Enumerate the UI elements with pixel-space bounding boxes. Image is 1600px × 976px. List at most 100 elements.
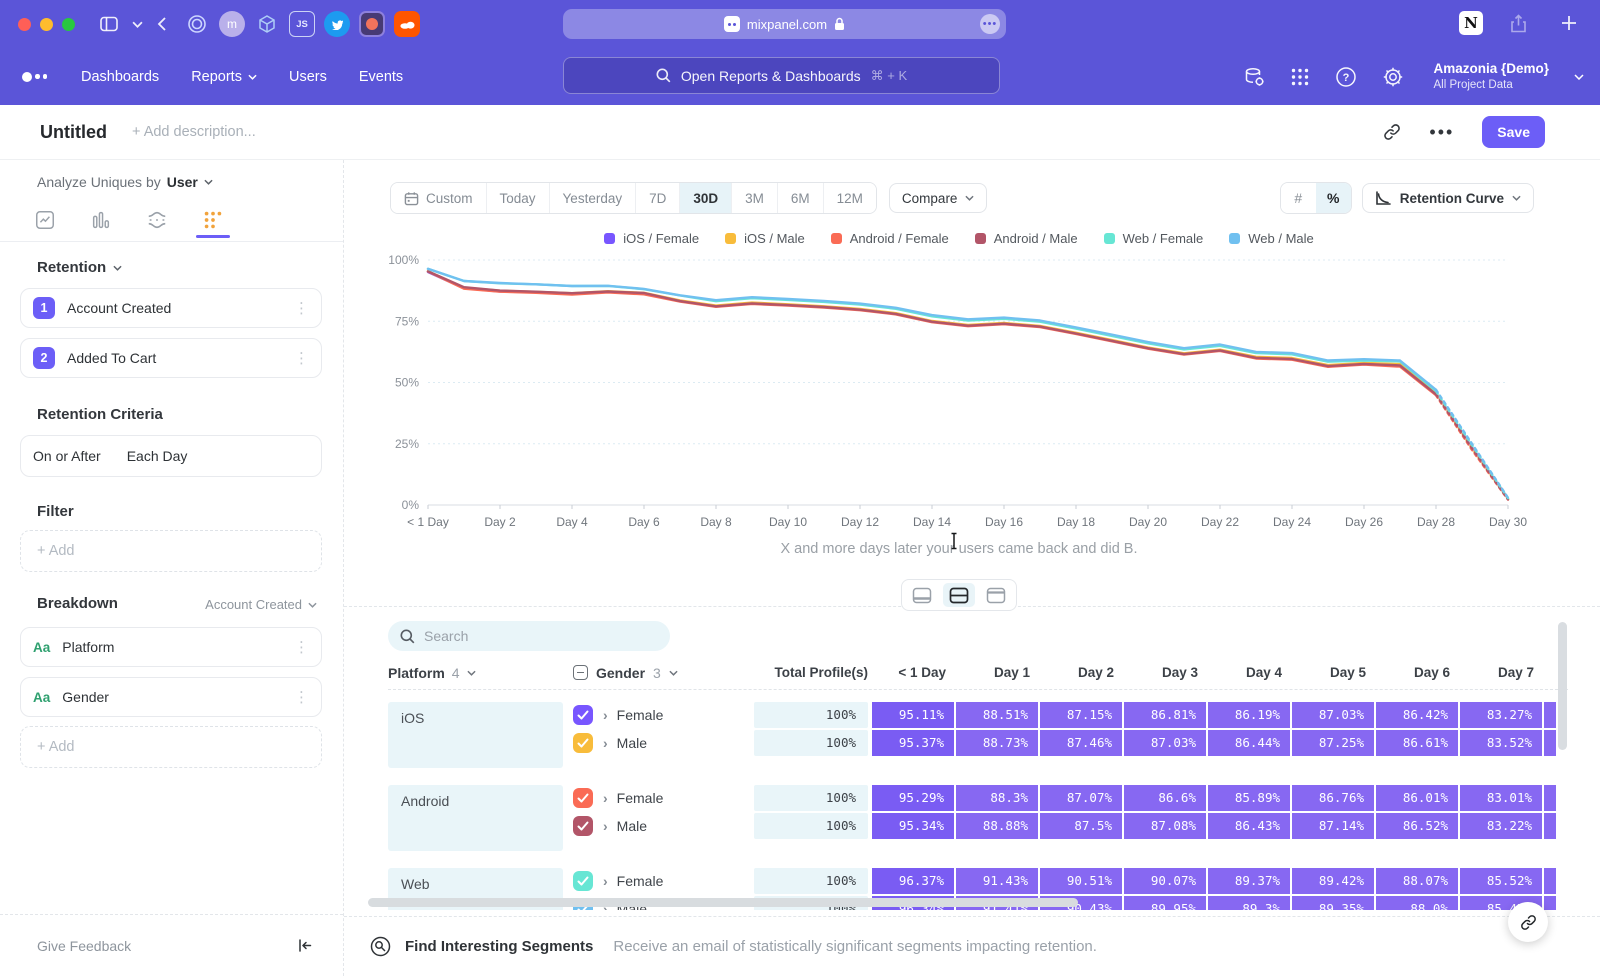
breakdown-event-selector[interactable]: Account Created	[205, 597, 317, 612]
gender-column-header[interactable]: Gender 3	[573, 665, 748, 681]
retention-value-cell[interactable]: 86.44%	[1208, 730, 1290, 756]
retention-value-cell[interactable]: 87.15%	[1040, 702, 1122, 728]
percent-toggle-button[interactable]: %	[1316, 183, 1351, 213]
kebab-menu-icon[interactable]: ⋮	[294, 688, 309, 706]
retention-step-2[interactable]: 2 Added To Cart ⋮	[20, 338, 322, 378]
kebab-menu-icon[interactable]: ⋮	[294, 638, 309, 656]
range-button-today[interactable]: Today	[486, 183, 549, 213]
collapse-all-icon[interactable]	[573, 665, 588, 680]
expand-chevron-icon[interactable]: ›	[603, 707, 608, 723]
range-button-custom[interactable]: Custom	[391, 183, 486, 213]
retention-value-cell[interactable]: 83.52%	[1460, 730, 1542, 756]
range-button-3m[interactable]: 3M	[731, 183, 777, 213]
legend-item[interactable]: Android / Female	[831, 231, 949, 246]
tab-flows[interactable]	[140, 209, 174, 237]
retention-value-cell[interactable]: 83.22%	[1460, 813, 1542, 839]
range-button-7d[interactable]: 7D	[635, 183, 679, 213]
vertical-scrollbar[interactable]	[1558, 622, 1567, 750]
report-title[interactable]: Untitled	[40, 122, 107, 143]
row-checkbox[interactable]	[573, 816, 593, 836]
retention-value-cell[interactable]: 96.37%	[872, 868, 954, 894]
collapse-sidebar-icon[interactable]	[297, 938, 313, 953]
split-view-button[interactable]	[943, 583, 975, 607]
range-button-6m[interactable]: 6M	[777, 183, 823, 213]
retention-value-cell[interactable]: 95.29%	[872, 785, 954, 811]
chart-type-selector[interactable]: Retention Curve	[1362, 183, 1534, 213]
retention-value-cell[interactable]: 83.27%	[1460, 702, 1542, 728]
retention-value-cell[interactable]: 88.07%	[1376, 868, 1458, 894]
range-button-30d[interactable]: 30D	[679, 183, 731, 213]
tab-retention[interactable]	[196, 209, 230, 237]
retention-value-cell[interactable]: 88.51%	[956, 702, 1038, 728]
js-extension-icon[interactable]: JS	[289, 11, 315, 37]
retention-value-cell[interactable]: 86.19%	[1208, 702, 1290, 728]
retention-value-cell[interactable]: 87.07%	[1040, 785, 1122, 811]
retention-value-cell[interactable]: 89.95%	[1124, 896, 1206, 910]
retention-value-cell[interactable]: 87.14%	[1292, 813, 1374, 839]
record-extension-icon[interactable]	[359, 11, 385, 37]
project-switcher[interactable]: Amazonia {Demo} All Project Data	[1433, 61, 1549, 92]
expand-chevron-icon[interactable]: ›	[603, 873, 608, 889]
nav-item-reports[interactable]: Reports	[191, 69, 257, 85]
retention-value-cell[interactable]: 85.52%	[1460, 868, 1542, 894]
retention-line-chart[interactable]: 100%75%50%25%0%< 1 DayDay 2Day 4Day 6Day…	[380, 248, 1536, 548]
row-checkbox[interactable]	[573, 733, 593, 753]
retention-value-cell[interactable]: 85.89%	[1208, 785, 1290, 811]
expand-chevron-icon[interactable]: ›	[603, 818, 608, 834]
legend-item[interactable]: Android / Male	[975, 231, 1078, 246]
retention-value-cell[interactable]: 89.35%	[1292, 896, 1374, 910]
retention-criteria-card[interactable]: On or After Each Day	[20, 435, 322, 477]
retention-value-cell[interactable]: 87.46%	[1040, 730, 1122, 756]
kebab-menu-icon[interactable]: ⋮	[294, 299, 309, 317]
retention-value-cell[interactable]: 87.03%	[1124, 730, 1206, 756]
row-checkbox[interactable]	[573, 871, 593, 891]
chart-only-view-button[interactable]	[906, 583, 938, 607]
address-bar[interactable]: mixpanel.com •••	[563, 9, 1006, 39]
retention-value-cell[interactable]: 87.03%	[1292, 702, 1374, 728]
analyze-entity-selector[interactable]: User	[167, 174, 198, 190]
day-column-header[interactable]: Day 5	[1292, 665, 1374, 680]
legend-item[interactable]: Web / Female	[1104, 231, 1204, 246]
breakdown-gender[interactable]: Aa Gender ⋮	[20, 677, 322, 717]
table-only-view-button[interactable]	[980, 583, 1012, 607]
retention-value-cell[interactable]: 88.88%	[956, 813, 1038, 839]
target-extension-icon[interactable]	[184, 11, 210, 37]
legend-item[interactable]: Web / Male	[1229, 231, 1314, 246]
retention-value-cell[interactable]: 87.5%	[1040, 813, 1122, 839]
retention-value-cell[interactable]: 86.6%	[1124, 785, 1206, 811]
retention-value-cell[interactable]: 88.73%	[956, 730, 1038, 756]
retention-value-cell[interactable]: 90.51%	[1040, 868, 1122, 894]
retention-value-cell[interactable]: 86.76%	[1292, 785, 1374, 811]
find-segments-title[interactable]: Find Interesting Segments	[405, 938, 593, 955]
retention-value-cell[interactable]: 89.42%	[1292, 868, 1374, 894]
retention-value-cell[interactable]: 87.08%	[1124, 813, 1206, 839]
table-search-input[interactable]	[424, 628, 644, 644]
day-column-header[interactable]: < 1 Day	[872, 665, 954, 680]
retention-value-cell[interactable]: 95.11%	[872, 702, 954, 728]
add-breakdown-button[interactable]: + Add	[20, 726, 322, 768]
tab-funnels[interactable]	[84, 209, 118, 237]
platform-column-header[interactable]: Platform 4	[388, 665, 563, 681]
retention-value-cell[interactable]: 90.07%	[1124, 868, 1206, 894]
row-checkbox[interactable]	[573, 705, 593, 725]
kebab-menu-icon[interactable]: ⋮	[294, 349, 309, 367]
total-profiles-header[interactable]: Total Profile(s)	[754, 665, 868, 680]
retention-value-cell[interactable]: 87.25%	[1292, 730, 1374, 756]
nav-item-dashboards[interactable]: Dashboards	[81, 69, 159, 85]
range-button-12m[interactable]: 12M	[823, 183, 876, 213]
retention-value-cell[interactable]: 91.43%	[956, 868, 1038, 894]
add-filter-button[interactable]: + Add	[20, 530, 322, 572]
mixpanel-logo[interactable]	[22, 72, 47, 82]
bird-extension-icon[interactable]	[324, 11, 350, 37]
report-description-placeholder[interactable]: + Add description...	[132, 124, 256, 140]
day-column-header[interactable]: Day 6	[1376, 665, 1458, 680]
minimize-window-button[interactable]	[40, 18, 53, 31]
nav-item-events[interactable]: Events	[359, 69, 403, 85]
expand-chevron-icon[interactable]: ›	[603, 735, 608, 751]
row-checkbox[interactable]	[573, 788, 593, 808]
legend-item[interactable]: iOS / Male	[725, 231, 805, 246]
retention-step-1[interactable]: 1 Account Created ⋮	[20, 288, 322, 328]
back-icon[interactable]	[157, 16, 167, 32]
retention-value-cell[interactable]: 86.81%	[1124, 702, 1206, 728]
window-controls[interactable]	[18, 18, 75, 31]
